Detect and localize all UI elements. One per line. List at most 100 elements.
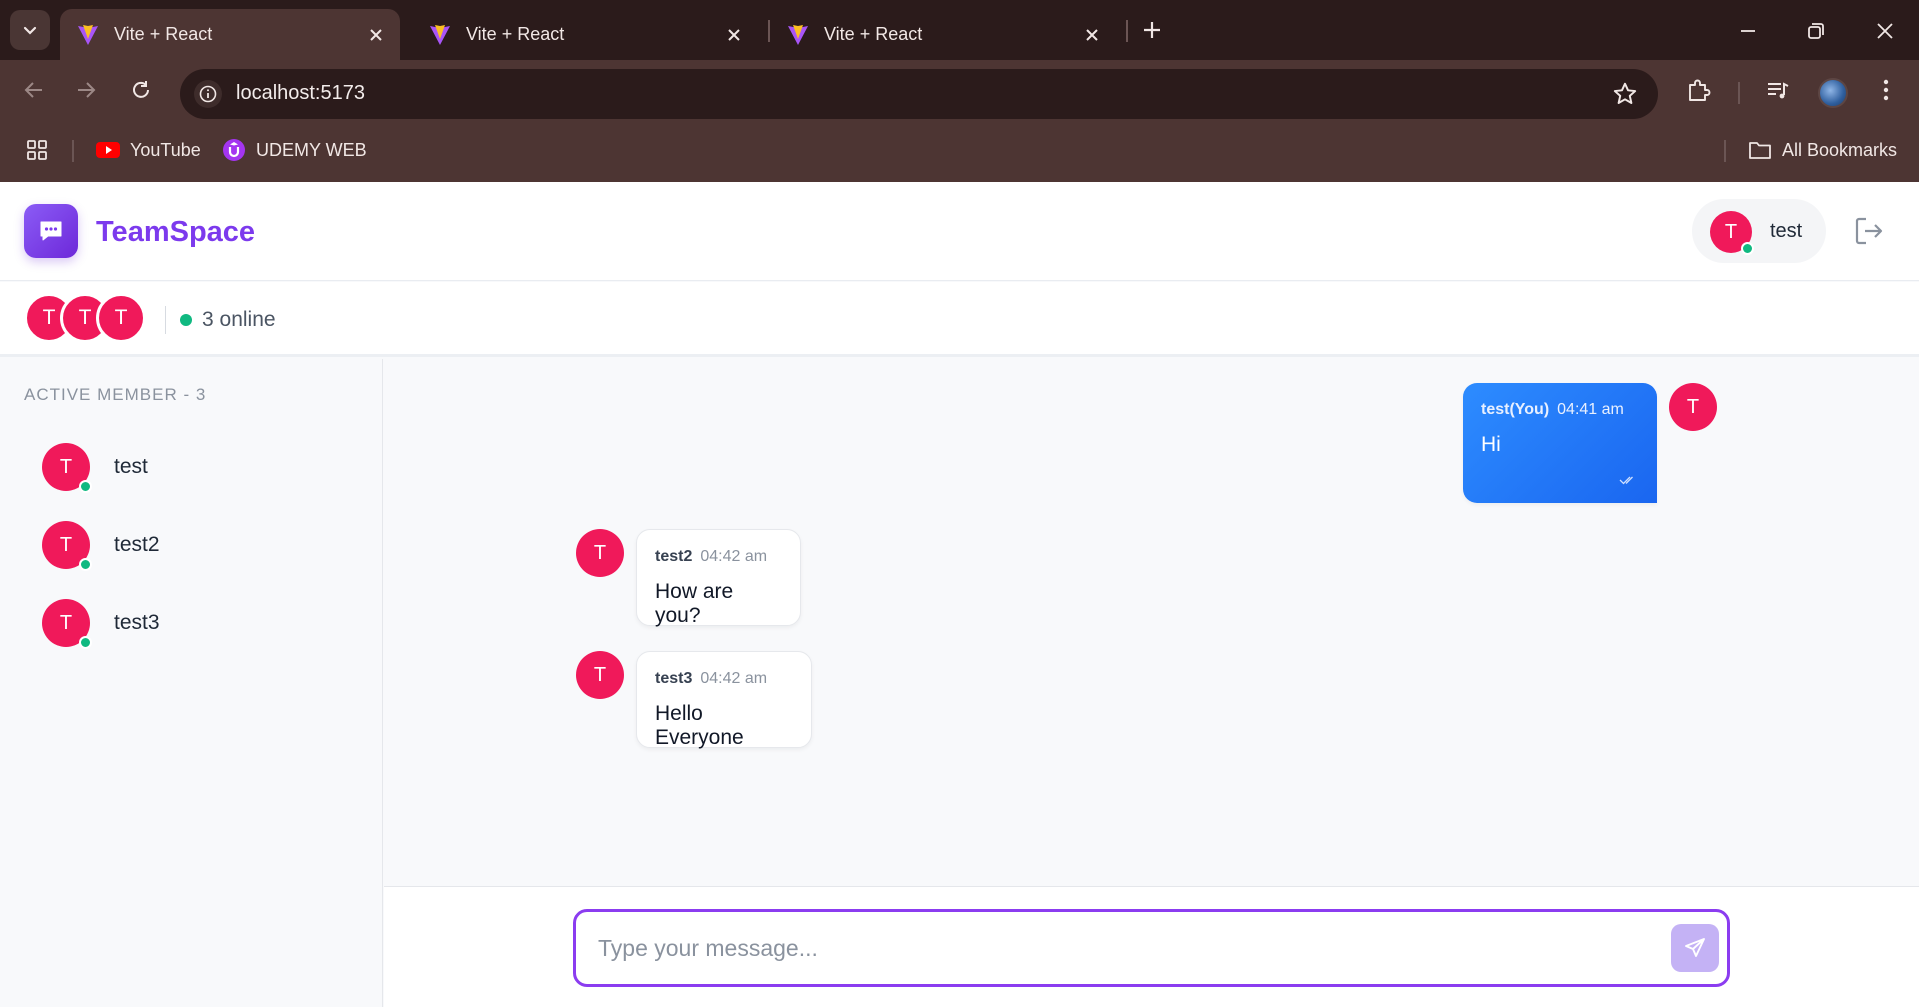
new-tab-button[interactable] (1138, 16, 1166, 44)
vite-icon (430, 24, 450, 45)
online-avatar: T (96, 293, 146, 343)
restore-icon (1808, 23, 1824, 39)
send-button[interactable] (1671, 924, 1719, 972)
message-author: test2 (655, 548, 693, 565)
bookmarks-bar: YouTube UDEMY WEB All Bookmarks (0, 120, 1919, 182)
avatar-initial: T (1686, 395, 1700, 418)
member-item[interactable]: T test2 (42, 521, 362, 571)
online-status-dot (79, 480, 92, 493)
avatar: T (1710, 211, 1754, 255)
online-users-bar: T T T 3 online (0, 282, 1919, 357)
avatar-initial: T (59, 611, 73, 634)
browser-menu-button[interactable] (1870, 74, 1902, 106)
tab-title: Vite + React (466, 24, 565, 44)
all-bookmarks-button[interactable]: All Bookmarks (1748, 136, 1897, 164)
plus-icon (1144, 22, 1160, 38)
more-vertical-icon (1883, 79, 1889, 101)
member-item[interactable]: T test3 (42, 599, 362, 649)
tab-divider (1126, 20, 1128, 42)
online-status-dot (79, 636, 92, 649)
avatar-initial: T (1724, 220, 1738, 243)
close-tab-icon[interactable] (1082, 25, 1102, 45)
avatar-initial: T (59, 533, 73, 556)
bookmarks-divider (1724, 140, 1726, 162)
browser-toolbar: localhost:5173 (0, 60, 1919, 120)
avatar: T (42, 599, 92, 649)
folder-icon (1748, 140, 1772, 160)
message-text: Hi (1481, 433, 1501, 456)
youtube-icon (96, 141, 120, 159)
forward-button[interactable] (70, 74, 102, 106)
apps-button[interactable] (26, 136, 48, 164)
online-status-dot (180, 314, 192, 326)
browser-tab-bar: Vite + React Vite + React Vite + React (0, 0, 1919, 60)
message-input-wrapper (573, 909, 1730, 987)
profile-avatar[interactable] (1818, 78, 1848, 108)
bookmark-label: YouTube (130, 139, 201, 160)
message-composer (384, 886, 1919, 1007)
message-time: 04:42 am (700, 670, 768, 687)
member-item[interactable]: T test (42, 443, 362, 493)
browser-tab[interactable]: Vite + React (770, 9, 1116, 60)
message-text: How are you? (655, 580, 734, 627)
tab-search-button[interactable] (10, 10, 50, 50)
address-bar[interactable]: localhost:5173 (180, 69, 1658, 119)
minimize-icon (1741, 30, 1755, 32)
vite-icon (788, 24, 808, 45)
member-name: test2 (114, 533, 160, 556)
close-tab-icon[interactable] (724, 25, 744, 45)
close-window-button[interactable] (1868, 14, 1902, 48)
restore-button[interactable] (1799, 14, 1833, 48)
online-status-dot (1741, 242, 1754, 255)
close-icon (1877, 23, 1893, 39)
bookmark-udemy[interactable]: UDEMY WEB (222, 136, 367, 164)
online-divider (165, 306, 166, 334)
toolbar-divider (1738, 82, 1740, 104)
member-name: test3 (114, 611, 160, 634)
avatar-initial: T (593, 663, 607, 686)
extensions-button[interactable] (1683, 74, 1715, 106)
chat-messages: test(You) 04:41 am Hi T T test2 04:42 am H… (384, 359, 1919, 886)
bookmark-star-icon[interactable] (1612, 81, 1638, 107)
message-author: test(You) (1481, 401, 1550, 418)
site-info-icon[interactable] (194, 80, 222, 108)
back-button[interactable] (18, 74, 50, 106)
media-controls-button[interactable] (1762, 74, 1794, 106)
message-input[interactable] (598, 928, 1638, 968)
avatar: T (576, 529, 624, 577)
reload-button[interactable] (125, 74, 157, 106)
message-meta: test(You) 04:41 am (1481, 401, 1639, 419)
read-receipt-icon (1619, 476, 1633, 485)
bookmark-youtube[interactable]: YouTube (96, 136, 201, 164)
current-user-chip[interactable]: T test (1692, 199, 1826, 263)
arrow-right-icon (78, 82, 96, 98)
minimize-button[interactable] (1731, 14, 1765, 48)
vite-icon (78, 24, 98, 45)
avatar: T (576, 651, 624, 699)
browser-tab[interactable]: Vite + React (412, 9, 758, 60)
tab-title: Vite + React (824, 24, 923, 44)
message-meta: test2 04:42 am (655, 548, 782, 566)
browser-tab[interactable]: Vite + React (60, 9, 400, 60)
message-time: 04:42 am (700, 548, 768, 565)
udemy-icon (222, 138, 246, 162)
avatar-initial: T (59, 455, 73, 478)
sidebar-title: ACTIVE MEMBER - 3 (24, 385, 207, 404)
all-bookmarks-label: All Bookmarks (1782, 139, 1898, 160)
message-time: 04:41 am (1557, 401, 1624, 418)
avatar-initial: T (593, 541, 607, 564)
message-author: test3 (655, 670, 693, 687)
arrow-left-icon (24, 82, 42, 98)
url-text: localhost:5173 (236, 82, 365, 104)
app-title: TeamSpace (96, 216, 256, 248)
logout-icon[interactable] (1852, 214, 1886, 248)
chevron-down-icon (23, 26, 37, 35)
message-bubble: test2 04:42 am How are you? (636, 529, 801, 627)
message-text: Hello Everyone (655, 702, 744, 749)
bookmarks-divider (72, 140, 74, 162)
online-status-dot (79, 558, 92, 571)
close-tab-icon[interactable] (366, 25, 386, 45)
message-bubble: test3 04:42 am Hello Everyone (636, 651, 812, 749)
members-sidebar: ACTIVE MEMBER - 3 T test T test2 T test3 (0, 359, 383, 1007)
current-user-name: test (1770, 220, 1803, 242)
